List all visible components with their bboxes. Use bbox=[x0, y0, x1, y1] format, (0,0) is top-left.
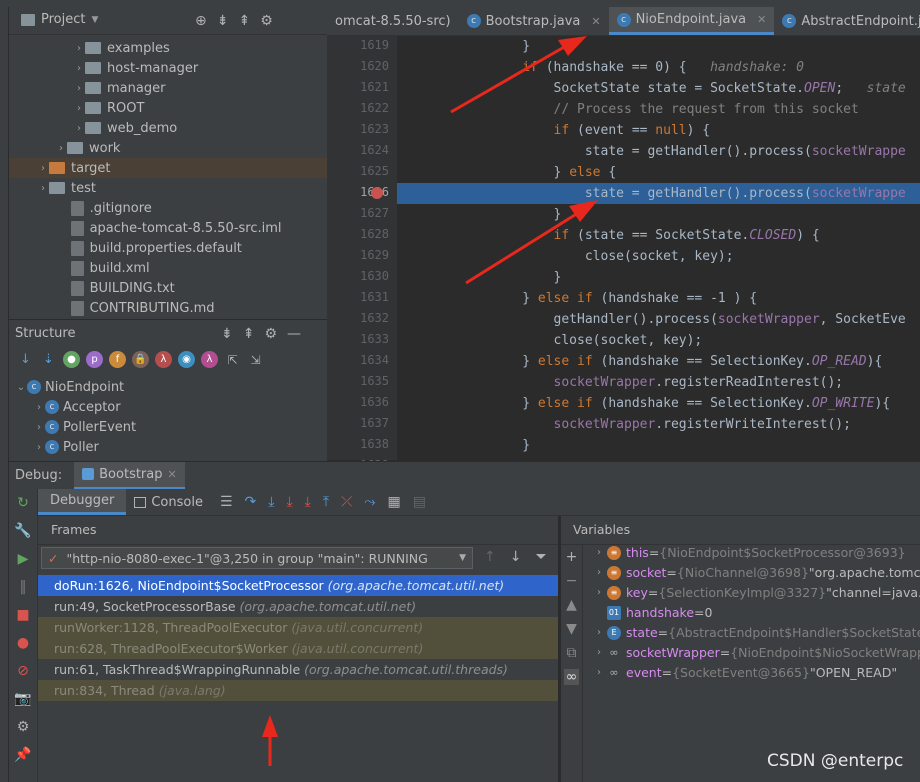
annotation-arrow-tab bbox=[450, 36, 587, 114]
annotation-overlay bbox=[262, 36, 598, 766]
ide-window: Project ▼ ⊕ ⇟ ⇞ ⚙ › examples › host-manager… bbox=[0, 0, 920, 782]
annotation-arrow-frames bbox=[262, 715, 278, 766]
annotation-arrow-line bbox=[465, 200, 598, 285]
